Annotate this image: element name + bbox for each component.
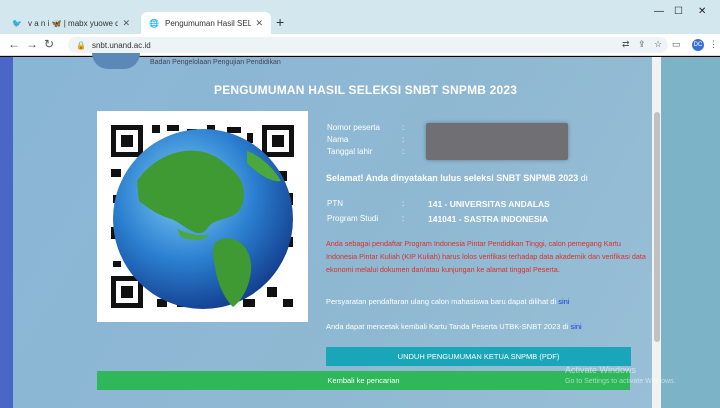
bookmark-star-icon[interactable]: ☆: [654, 39, 662, 50]
right-background: [653, 57, 720, 408]
twitter-icon: 🐦: [12, 18, 22, 28]
colon: :: [402, 199, 405, 208]
forward-arrow-icon[interactable]: →: [26, 37, 38, 51]
kip-kuliah-warning: Anda sebagai pendaftar Program Indonesia…: [326, 239, 646, 274]
menu-kebab-icon[interactable]: ⋮: [709, 39, 718, 50]
tab-title: v a n i 🦋 | mabx yuowe di Twitter: [28, 18, 119, 28]
translate-icon[interactable]: ⇄: [622, 39, 630, 50]
close-tab-icon[interactable]: ✕: [122, 18, 130, 29]
redacted-personal-info: [426, 123, 568, 160]
label-nama: Nama: [327, 135, 349, 144]
colon: :: [402, 123, 405, 132]
close-tab-icon[interactable]: ✕: [255, 18, 263, 29]
sidepanel-icon[interactable]: ▭: [672, 39, 681, 50]
address-bar[interactable]: 🔒 snbt.unand.ac.id: [68, 37, 668, 53]
left-background: [0, 57, 13, 408]
url-text: snbt.unand.ac.id: [91, 40, 151, 50]
label-nomor-peserta: Nomor peserta: [327, 123, 380, 132]
value-ptn: 141 - UNIVERSITAS ANDALAS: [428, 199, 550, 209]
congrats-tail: di: [580, 173, 588, 183]
tab-twitter[interactable]: 🐦 v a n i 🦋 | mabx yuowe di Twitter ✕: [4, 12, 138, 34]
scrollbar-thumb[interactable]: [654, 112, 660, 342]
congratulation-text: Selamat! Anda dinyatakan lulus seleksi S…: [326, 173, 588, 183]
back-to-search-button[interactable]: Kembali ke pencarian: [97, 371, 630, 390]
page-viewport: Badan Pengelolaan Pengujian Pendidikan P…: [0, 53, 720, 408]
new-tab-button[interactable]: +: [276, 14, 284, 30]
minimize-button[interactable]: —: [654, 6, 664, 17]
note-text: Anda dapat mencetak kembali Kartu Tanda …: [326, 322, 569, 331]
lock-icon: 🔒: [76, 40, 86, 50]
note-kartu-peserta: Anda dapat mencetak kembali Kartu Tanda …: [326, 322, 582, 331]
kartu-peserta-link[interactable]: sini: [570, 322, 581, 331]
close-window-button[interactable]: ✕: [698, 6, 706, 17]
org-name: Badan Pengelolaan Pengujian Pendidikan: [150, 59, 281, 66]
colon: :: [402, 214, 405, 223]
persyaratan-link[interactable]: sini: [558, 297, 569, 306]
label-ptn: PTN: [327, 199, 343, 208]
tab-bar: 🐦 v a n i 🦋 | mabx yuowe di Twitter ✕ 🌐 …: [0, 0, 720, 34]
reload-icon[interactable]: ↻: [44, 37, 54, 51]
congrats-main: Selamat! Anda dinyatakan lulus seleksi S…: [326, 173, 579, 183]
globe-icon: 🌐: [149, 18, 159, 28]
colon: :: [402, 135, 405, 144]
activate-windows-title: Activate Windows: [565, 365, 637, 375]
avatar[interactable]: DC: [692, 39, 704, 51]
qr-code: [97, 111, 308, 322]
note-text: Persyaratan pendaftaran ulang calon maha…: [326, 297, 557, 306]
back-arrow-icon[interactable]: ←: [8, 37, 20, 51]
label-program-studi: Program Studi: [327, 214, 379, 223]
value-program-studi: 141041 - SASTRA INDONESIA: [428, 214, 549, 224]
label-tanggal-lahir: Tanggal lahir: [327, 147, 373, 156]
page-title: PENGUMUMAN HASIL SELEKSI SNBT SNPMB 2023: [214, 83, 518, 97]
activate-windows-subtitle: Go to Settings to activate Windows.: [565, 378, 676, 385]
share-icon[interactable]: ⇪: [638, 39, 646, 50]
tab-title: Pengumuman Hasil SELEKSI SNBT 2023: [165, 18, 252, 28]
note-persyaratan: Persyaratan pendaftaran ulang calon maha…: [326, 297, 570, 306]
colon: :: [402, 147, 405, 156]
qr-code-image: [97, 111, 308, 322]
download-announcement-button[interactable]: UNDUH PENGUMUMAN KETUA SNPMB (PDF): [326, 347, 631, 366]
tab-pengumuman[interactable]: 🌐 Pengumuman Hasil SELEKSI SNBT 2023 ✕: [141, 12, 271, 34]
maximize-button[interactable]: ☐: [674, 6, 683, 17]
